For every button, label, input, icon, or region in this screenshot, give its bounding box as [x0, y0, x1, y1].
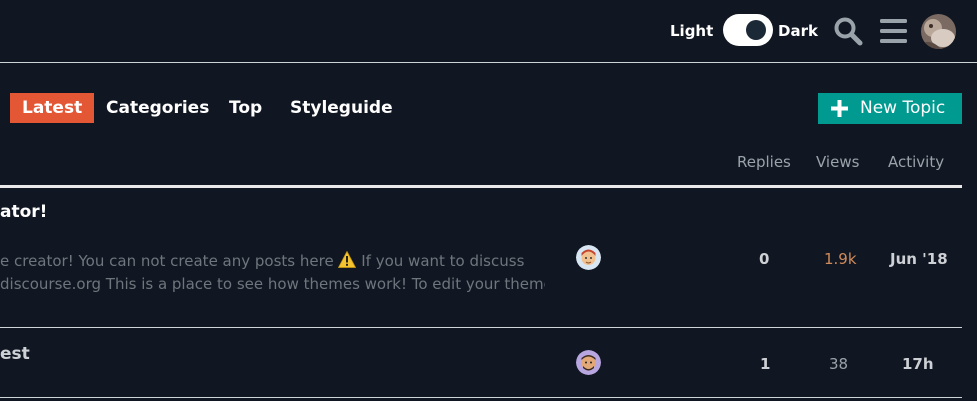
topic-excerpt-line2[interactable]: discourse.org This is a place to see how… [0, 272, 545, 296]
topic-activity[interactable]: Jun '18 [890, 250, 948, 268]
excerpt-text: e creator! You can not create any posts … [0, 252, 334, 270]
topic-replies[interactable]: 1 [760, 355, 770, 373]
theme-toggle-knob [746, 20, 766, 40]
column-activity[interactable]: Activity [888, 153, 944, 171]
row-divider [0, 327, 962, 328]
nav-top[interactable]: Top [217, 93, 274, 123]
topic-replies[interactable]: 0 [759, 250, 769, 268]
column-replies[interactable]: Replies [737, 153, 791, 171]
new-topic-button[interactable]: New Topic [818, 93, 962, 124]
warning-icon [338, 251, 357, 268]
hamburger-menu-icon[interactable] [880, 18, 907, 44]
nav-categories[interactable]: Categories [94, 93, 221, 123]
plus-icon [831, 100, 848, 117]
site-header: Light Dark [0, 0, 977, 63]
topic-activity[interactable]: 17h [902, 355, 934, 373]
theme-dark-label: Dark [778, 22, 818, 40]
poster-avatar[interactable] [576, 245, 601, 270]
search-icon[interactable] [833, 16, 863, 46]
row-divider [0, 397, 962, 398]
new-topic-label: New Topic [860, 98, 946, 118]
excerpt-text: If you want to discuss [361, 252, 525, 270]
header-divider [0, 185, 962, 188]
nav-styleguide[interactable]: Styleguide [278, 93, 405, 123]
topic-views: 38 [829, 355, 849, 373]
column-views[interactable]: Views [816, 153, 859, 171]
nav-latest[interactable]: Latest [10, 93, 95, 123]
theme-toggle[interactable] [723, 14, 773, 46]
topic-views: 1.9k [824, 250, 857, 268]
topic-title[interactable]: ator! [0, 202, 47, 222]
user-avatar[interactable] [921, 14, 956, 49]
poster-avatar[interactable] [576, 350, 601, 375]
topic-excerpt[interactable]: e creator! You can not create any posts … [0, 249, 545, 273]
topic-title[interactable]: est [0, 344, 30, 364]
theme-light-label: Light [670, 22, 714, 40]
